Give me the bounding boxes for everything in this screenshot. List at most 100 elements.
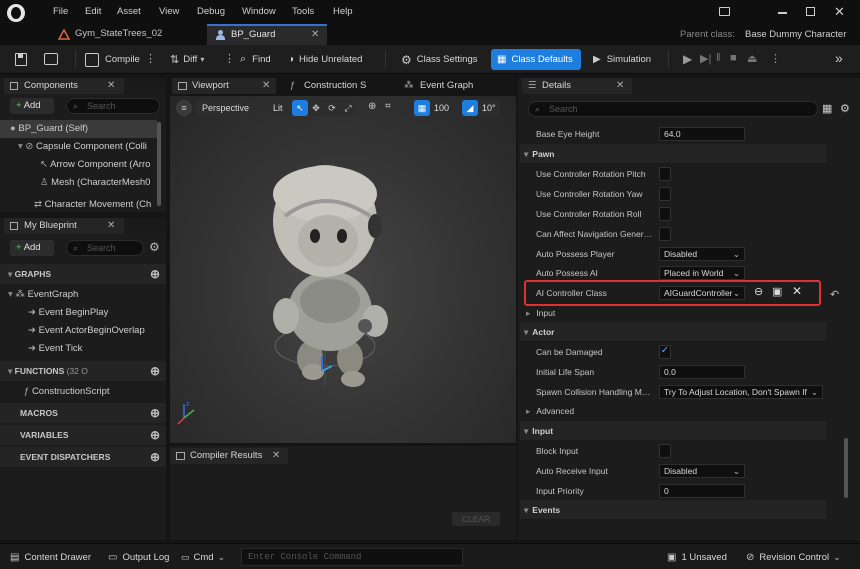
tab-gym-statetrees[interactable]: Gym_StateTrees_02 — [58, 24, 206, 45]
pawn-category[interactable]: ▾ Pawn — [520, 144, 826, 164]
menu-debug[interactable]: Debug — [197, 6, 225, 17]
base-eye-height-field[interactable]: 64.0 — [659, 127, 745, 141]
play-options-icon[interactable]: ⋮ — [770, 52, 781, 65]
tree-item-arrow[interactable]: ↖ Arrow Component (Arro — [0, 156, 157, 174]
menu-help[interactable]: Help — [333, 6, 353, 17]
menu-tools[interactable]: Tools — [292, 6, 314, 17]
functions-section[interactable]: ▾ FUNCTIONS (32 O ⊕ — [0, 361, 166, 381]
graphs-section[interactable]: ▾ GRAPHS ⊕ — [0, 264, 166, 284]
property-matrix-icon[interactable]: ▦ — [822, 102, 832, 115]
input-category[interactable]: ▾ Input — [520, 421, 826, 441]
event-beginplay-item[interactable]: ➜ Event BeginPlay — [28, 304, 164, 322]
compile-button[interactable]: Compile — [85, 51, 140, 68]
parent-class-value[interactable]: Base Dummy Character — [745, 29, 846, 40]
hide-unrelated-button[interactable]: ◑ Hide Unrelated — [288, 51, 362, 68]
input-subcategory-row[interactable]: ▸ Input — [520, 303, 826, 323]
block-input-checkbox[interactable] — [659, 444, 671, 458]
add-blueprint-item-button[interactable]: + Add — [10, 240, 54, 256]
tab-details[interactable]: ☰ Details ✕ — [522, 78, 632, 94]
add-variable-icon[interactable]: ⊕ — [150, 425, 160, 445]
can-be-damaged-checkbox[interactable]: ✓ — [659, 345, 671, 359]
diff-button[interactable]: ⇅ Diff ▾ — [170, 51, 204, 68]
add-function-icon[interactable]: ⊕ — [150, 361, 160, 381]
auto-possess-player-dropdown[interactable]: Disabled ⌄ — [659, 247, 745, 261]
advanced-row[interactable]: ▸ Advanced — [520, 401, 826, 421]
tab-my-blueprint[interactable]: My Blueprint — [4, 218, 124, 234]
tab-bp-guard[interactable]: BP_Guard ✕ — [207, 24, 327, 45]
auto-receive-input-dropdown[interactable]: Disabled ⌄ — [659, 464, 745, 478]
close-tab-icon[interactable]: ✕ — [272, 448, 280, 464]
content-drawer-button[interactable]: ▤ Content Drawer — [10, 549, 91, 565]
use-controller-rotation-yaw-checkbox[interactable] — [659, 187, 671, 201]
events-category[interactable]: ▾ Events — [520, 500, 826, 520]
actor-category[interactable]: ▾ Actor — [520, 322, 826, 342]
clear-button[interactable]: CLEAR — [452, 512, 500, 526]
add-dispatcher-icon[interactable]: ⊕ — [150, 447, 160, 467]
tab-compiler-results[interactable]: Compiler Results ✕ — [170, 448, 288, 464]
menu-view[interactable]: View — [159, 6, 179, 17]
ai-controller-class-dropdown[interactable]: AIGuardController ⌄ — [659, 286, 745, 300]
close-window-button[interactable]: ✕ — [834, 4, 845, 20]
find-button[interactable]: ⌕ Find — [240, 51, 271, 68]
tree-item-capsule[interactable]: ▾ ⊘ Capsule Component (Colli — [0, 138, 157, 156]
clear-icon[interactable]: ✕ — [792, 284, 802, 298]
revision-control-button[interactable]: ⊘ Revision Control ⌄ — [746, 549, 841, 565]
tab-viewport[interactable]: Viewport ✕ — [172, 78, 276, 94]
add-component-button[interactable]: + Add — [10, 98, 54, 114]
close-panel-icon[interactable]: ✕ — [107, 80, 115, 91]
macros-section[interactable]: MACROS ⊕ — [0, 403, 166, 423]
tree-item-movement[interactable]: ⇄ Character Movement (Ch — [0, 196, 157, 214]
auto-possess-ai-dropdown[interactable]: Placed in World ⌄ — [659, 266, 745, 280]
expand-toolbar-icon[interactable]: » — [835, 50, 843, 66]
add-macro-icon[interactable]: ⊕ — [150, 403, 160, 423]
close-panel-icon[interactable]: ✕ — [107, 220, 115, 231]
tab-construction-script[interactable]: ƒ Construction S — [284, 78, 396, 94]
use-selected-icon[interactable]: ⊖ — [754, 285, 763, 298]
menu-file[interactable]: File — [53, 6, 68, 17]
use-controller-rotation-pitch-checkbox[interactable] — [659, 167, 671, 181]
initial-life-span-field[interactable]: 0.0 — [659, 365, 745, 379]
play-button-icon[interactable]: ▶ — [683, 52, 692, 66]
event-dispatchers-section[interactable]: EVENT DISPATCHERS ⊕ — [0, 447, 166, 467]
components-search-input[interactable]: ⌕ Search — [66, 98, 160, 114]
browse-icon[interactable] — [44, 53, 58, 65]
variables-section[interactable]: VARIABLES ⊕ — [0, 425, 166, 445]
can-affect-navigation-checkbox[interactable] — [659, 227, 671, 241]
tab-components[interactable]: Components — [4, 78, 124, 94]
construction-script-item[interactable]: ƒ ConstructionScript — [24, 383, 164, 401]
event-tick-item[interactable]: ➜ Event Tick — [28, 340, 164, 358]
gear-icon[interactable]: ⚙ — [149, 240, 160, 254]
tab-event-graph[interactable]: ⁂ Event Graph — [400, 78, 510, 94]
diff-options-icon[interactable]: ⋮ — [224, 52, 235, 65]
event-graph-item[interactable]: ▾ ⁂ EventGraph — [8, 286, 158, 304]
use-controller-rotation-roll-checkbox[interactable] — [659, 207, 671, 221]
eject-icon[interactable]: ⏏ — [747, 52, 757, 65]
class-defaults-button[interactable]: ▦ Class Defaults — [491, 49, 581, 70]
close-tab-icon[interactable]: ✕ — [311, 29, 319, 40]
compile-options-icon[interactable]: ⋮ — [145, 52, 156, 65]
simulation-button[interactable]: ▶ Simulation — [593, 51, 651, 68]
viewport[interactable]: ≡ Perspective Lit ↖ ✥ ⟳ ⤢ ⊕ ⌗ ▦ 100 ◢ 10… — [170, 96, 516, 443]
pause-icon[interactable]: ‖ — [716, 52, 721, 64]
input-priority-field[interactable]: 0 — [659, 484, 745, 498]
spawn-collision-dropdown[interactable]: Try To Adjust Location, Don't Spawn If ⌄ — [659, 385, 823, 399]
tree-item-mesh[interactable]: ♙ Mesh (CharacterMesh0 — [0, 174, 157, 192]
unreal-logo-icon[interactable] — [7, 4, 25, 22]
close-tab-icon[interactable]: ✕ — [616, 78, 624, 94]
skip-icon[interactable]: ▶| — [700, 52, 711, 65]
menu-asset[interactable]: Asset — [117, 6, 141, 17]
event-actorbeginoverlap-item[interactable]: ➜ Event ActorBeginOverlap — [28, 322, 164, 340]
console-command-input[interactable]: Enter Console Command — [241, 548, 463, 566]
add-graph-icon[interactable]: ⊕ — [150, 264, 160, 284]
minimize-button[interactable] — [778, 12, 787, 14]
save-icon[interactable] — [15, 53, 27, 66]
components-scrollbar[interactable] — [157, 122, 161, 206]
maximize-button[interactable] — [806, 7, 815, 16]
window-icon[interactable] — [719, 7, 730, 16]
menu-window[interactable]: Window — [242, 6, 276, 17]
guard-character-model[interactable]: z — [170, 96, 516, 443]
details-search-input[interactable]: ⌕ Search — [528, 101, 818, 117]
reset-to-default-icon[interactable]: ↶ — [830, 288, 839, 301]
class-settings-button[interactable]: ⚙ Class Settings — [401, 51, 478, 68]
unsaved-button[interactable]: ▣ 1 Unsaved — [667, 549, 727, 565]
